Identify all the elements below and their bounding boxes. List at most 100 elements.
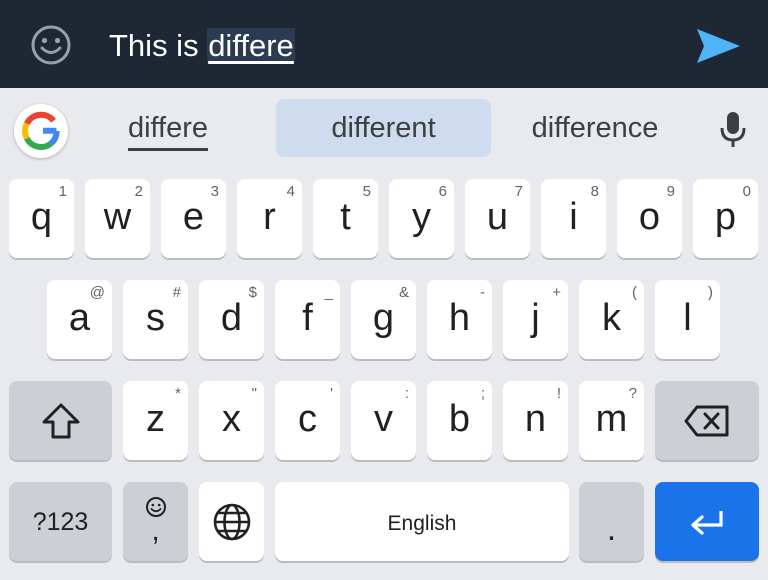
key-char: a (68, 297, 91, 339)
key-char: x (222, 398, 241, 440)
key-char: r (263, 196, 276, 238)
space-key[interactable]: English (275, 482, 569, 561)
suggestion-right[interactable]: difference (510, 99, 680, 157)
key-char: p (714, 196, 737, 238)
emoji-face-icon (31, 25, 71, 65)
key-char: u (486, 196, 509, 238)
key-i[interactable]: i8 (541, 179, 606, 258)
shift-key[interactable] (9, 381, 112, 460)
google-button[interactable] (14, 104, 68, 158)
key-hint: & (398, 284, 409, 301)
key-hint: + (552, 284, 561, 301)
backspace-key[interactable] (655, 381, 759, 460)
shift-icon (42, 403, 79, 438)
enter-icon (691, 510, 723, 535)
key-p[interactable]: p0 (693, 179, 758, 258)
globe-icon (213, 503, 250, 540)
key-char: s (146, 297, 165, 339)
key-r[interactable]: r4 (237, 179, 302, 258)
key-char: q (30, 196, 53, 238)
key-hint: 7 (514, 183, 523, 200)
key-hint: 9 (666, 183, 675, 200)
key-hint: : (404, 385, 409, 402)
key-hint: ? (628, 385, 637, 402)
suggestion-middle[interactable]: different (276, 99, 491, 157)
backspace-icon (684, 405, 729, 436)
key-char: k (602, 297, 621, 339)
period-label: . (606, 510, 617, 548)
key-char: m (595, 398, 628, 440)
key-char: b (448, 398, 471, 440)
key-hint: ) (708, 284, 713, 301)
key-hint: " (251, 385, 257, 402)
key-char: y (412, 196, 431, 238)
key-char: c (298, 398, 317, 440)
key-h[interactable]: h- (427, 280, 492, 359)
key-hint: 8 (590, 183, 599, 200)
key-char: e (182, 196, 205, 238)
key-hint: ( (632, 284, 637, 301)
key-t[interactable]: t5 (313, 179, 378, 258)
key-n[interactable]: n! (503, 381, 568, 460)
key-hint: 6 (438, 183, 447, 200)
key-b[interactable]: b; (427, 381, 492, 460)
key-hint: 3 (210, 183, 219, 200)
key-char: d (220, 297, 243, 339)
key-char: f (302, 297, 313, 339)
key-hint: 5 (362, 183, 371, 200)
period-key[interactable]: . (579, 482, 644, 561)
symbols-key-label: ?123 (32, 508, 89, 536)
key-u[interactable]: u7 (465, 179, 530, 258)
composing-word: differe (207, 28, 295, 63)
mic-icon (720, 112, 746, 147)
key-f[interactable]: f _ (275, 280, 340, 359)
key-char: g (372, 297, 395, 339)
key-k[interactable]: k( (579, 280, 644, 359)
comma-label: , (151, 514, 160, 547)
key-hint: ' (330, 385, 333, 402)
key-j[interactable]: j + (503, 280, 568, 359)
send-button[interactable] (694, 26, 742, 66)
key-hint: * (175, 385, 181, 402)
key-c[interactable]: c ' (275, 381, 340, 460)
key-s[interactable]: s # (123, 280, 188, 359)
key-w[interactable]: w2 (85, 179, 150, 258)
emoji-button[interactable] (29, 23, 73, 67)
key-char: j (531, 297, 540, 339)
key-hint: 4 (286, 183, 295, 200)
key-l[interactable]: l) (655, 280, 720, 359)
key-hint: ; (480, 385, 485, 402)
symbols-key[interactable]: ?123 (9, 482, 112, 561)
key-v[interactable]: v: (351, 381, 416, 460)
key-hint: @ (89, 284, 105, 301)
key-hint: 0 (742, 183, 751, 200)
key-char: h (448, 297, 471, 339)
language-key[interactable] (199, 482, 264, 561)
key-hint: _ (324, 284, 333, 301)
voice-input-button[interactable] (718, 110, 748, 150)
space-key-label: English (387, 512, 457, 535)
key-char: z (146, 398, 165, 440)
suggestion-left[interactable]: differe (110, 99, 226, 157)
key-g[interactable]: g & (351, 280, 416, 359)
key-char: l (683, 297, 692, 339)
key-d[interactable]: d $ (199, 280, 264, 359)
key-z[interactable]: z * (123, 381, 188, 460)
key-m[interactable]: m? (579, 381, 644, 460)
key-hint: - (480, 284, 485, 301)
key-a[interactable]: a @ (47, 280, 112, 359)
google-g-icon (22, 111, 60, 150)
enter-key[interactable] (655, 482, 759, 561)
comma-key[interactable]: , (123, 482, 188, 561)
key-y[interactable]: y6 (389, 179, 454, 258)
key-e[interactable]: e3 (161, 179, 226, 258)
key-hint: 1 (58, 183, 67, 200)
message-input[interactable]: This is differe (109, 24, 295, 68)
key-o[interactable]: o9 (617, 179, 682, 258)
key-hint: 2 (134, 183, 143, 200)
key-x[interactable]: x " (199, 381, 264, 460)
key-q[interactable]: q1 (9, 179, 74, 258)
key-char: o (638, 196, 661, 238)
key-hint: $ (248, 284, 257, 301)
key-char: v (374, 398, 393, 440)
